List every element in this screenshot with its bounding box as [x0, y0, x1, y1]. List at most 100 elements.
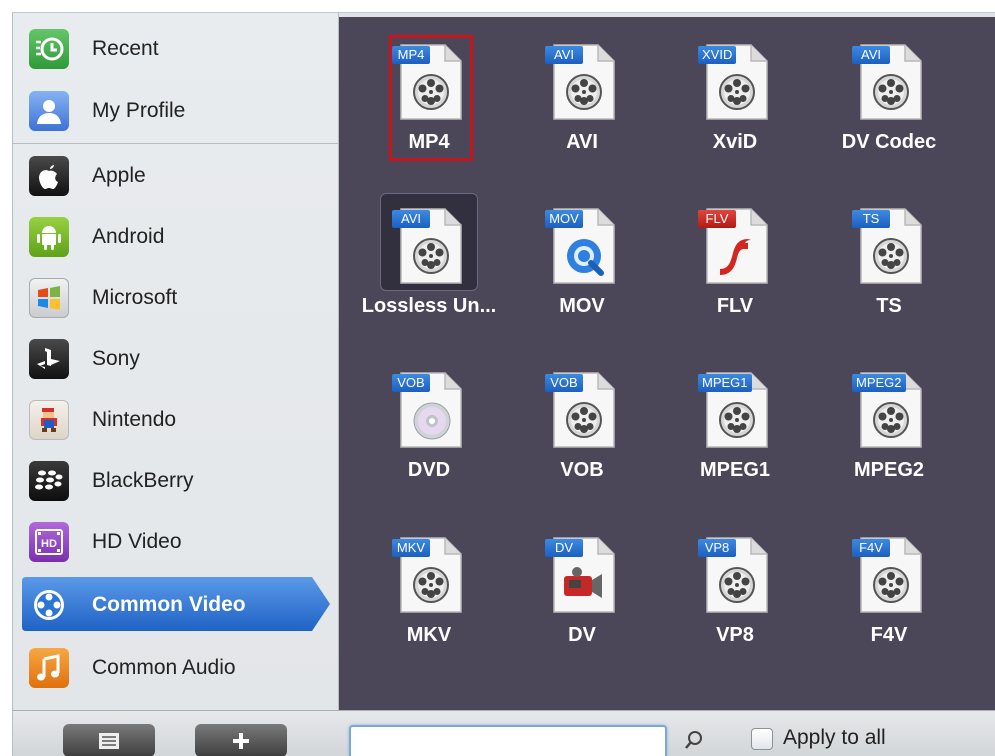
sidebar-item-hd-video[interactable]: HD HD Video: [13, 511, 338, 572]
film-reel-icon: [870, 71, 912, 118]
search-field[interactable]: [349, 725, 667, 756]
category-sidebar: Recent My Profile Apple Android Microsof…: [13, 13, 339, 710]
film-reel-icon: [870, 235, 912, 282]
format-caption: AVI: [566, 131, 598, 153]
sidebar-item-label: Common Audio: [92, 655, 236, 679]
sidebar-item-common-audio[interactable]: Common Audio: [13, 637, 338, 698]
format-tag: VP8: [698, 539, 736, 557]
format-tag: VOB: [392, 374, 430, 392]
playstation-icon: [29, 338, 69, 379]
format-tag: TS: [852, 210, 890, 228]
music-note-icon: [29, 647, 69, 688]
format-tile-dvd[interactable]: VOB DVD: [354, 355, 504, 505]
format-grid: MP4 MP4 AVI AVI XVID XviD AVI DV Codec AVI Lossle…: [339, 17, 995, 710]
format-caption: TS: [876, 295, 902, 317]
sidebar-item-apple[interactable]: Apple: [13, 145, 338, 206]
format-caption: FLV: [716, 295, 754, 317]
format-tile-lossless-un[interactable]: AVI Lossless Un...: [354, 191, 504, 341]
format-tile-mkv[interactable]: MKV MKV: [354, 520, 504, 670]
format-caption: DV Codec: [841, 131, 937, 153]
bottom-toolbar: Apply to all: [13, 710, 995, 756]
format-tag: MKV: [392, 539, 430, 557]
clock-icon: [29, 28, 69, 69]
sidebar-item-common-video[interactable]: Common Video: [13, 574, 338, 635]
highlight-box: [389, 35, 473, 161]
format-tile-vob[interactable]: VOB VOB: [507, 355, 657, 505]
list-view-button[interactable]: [63, 724, 155, 756]
svg-text:HD: HD: [41, 538, 57, 550]
format-tag: FLV: [698, 210, 736, 228]
apple-icon: [29, 155, 69, 196]
film-reel-icon: [716, 71, 758, 118]
add-button[interactable]: [195, 724, 287, 756]
sidebar-divider: [13, 143, 338, 144]
sidebar-item-label: Apple: [92, 163, 146, 187]
sidebar-item-label: Recent: [92, 36, 159, 60]
list-icon: [99, 732, 119, 749]
format-caption: Lossless Un...: [361, 295, 497, 317]
format-caption: XviD: [712, 131, 758, 153]
sidebar-item-sony[interactable]: Sony: [13, 328, 338, 389]
format-caption: MOV: [559, 295, 605, 317]
format-caption: DV: [568, 624, 596, 646]
film-reel-icon: [29, 585, 69, 625]
hd-film-icon: HD: [29, 521, 69, 562]
search-icon[interactable]: [683, 729, 705, 751]
film-reel-icon: [563, 71, 605, 118]
film-reel-icon: [410, 564, 452, 611]
format-tag: F4V: [852, 539, 890, 557]
format-tile-dv[interactable]: DV DV: [507, 520, 657, 670]
format-caption: VP8: [716, 624, 754, 646]
apply-to-all-checkbox[interactable]: [751, 728, 773, 750]
search-input[interactable]: [351, 727, 665, 756]
format-tag: XVID: [698, 46, 737, 64]
format-tag: MOV: [545, 210, 583, 228]
film-reel-icon: [716, 399, 758, 446]
sidebar-item-label: Sony: [92, 346, 140, 370]
format-tile-avi[interactable]: AVI AVI: [507, 27, 657, 177]
apply-to-all-label: Apply to all: [783, 726, 886, 749]
format-tile-f4v[interactable]: F4V F4V: [814, 520, 964, 670]
format-tag: VOB: [545, 374, 583, 392]
format-caption: MPEG1: [699, 459, 771, 481]
format-tile-ts[interactable]: TS TS: [814, 191, 964, 341]
sidebar-item-label: Microsoft: [92, 285, 178, 309]
format-window: Recent My Profile Apple Android Microsof…: [12, 12, 995, 756]
format-caption: MKV: [406, 624, 452, 646]
sidebar-item-microsoft[interactable]: Microsoft: [13, 267, 338, 328]
sidebar-item-nintendo[interactable]: Nintendo: [13, 389, 338, 450]
format-tile-dv-codec[interactable]: AVI DV Codec: [814, 27, 964, 177]
sidebar-item-blackberry[interactable]: BlackBerry: [13, 450, 338, 511]
flash-icon: [716, 235, 756, 284]
format-tile-mpeg1[interactable]: MPEG1 MPEG1: [660, 355, 810, 505]
film-reel-icon: [410, 235, 452, 282]
windows-icon: [29, 277, 69, 318]
sidebar-item-label: My Profile: [92, 98, 186, 122]
sidebar-item-recent[interactable]: Recent: [13, 18, 338, 79]
sidebar-item-android[interactable]: Android: [13, 206, 338, 267]
film-reel-icon: [716, 564, 758, 611]
android-icon: [29, 216, 69, 257]
format-caption: VOB: [560, 459, 604, 481]
format-tag: AVI: [852, 46, 890, 64]
user-icon: [29, 90, 69, 131]
sidebar-item-label: Nintendo: [92, 407, 177, 431]
mario-icon: [29, 399, 69, 440]
sidebar-item-label: Common Video: [92, 592, 246, 616]
format-tile-xvid[interactable]: XVID XviD: [660, 27, 810, 177]
film-reel-icon: [870, 399, 912, 446]
disc-icon: [410, 399, 454, 448]
film-reel-icon: [870, 564, 912, 611]
format-tile-vp8[interactable]: VP8 VP8: [660, 520, 810, 670]
format-tile-mov[interactable]: MOV MOV: [507, 191, 657, 341]
format-tile-mpeg2[interactable]: MPEG2 MPEG2: [814, 355, 964, 505]
format-tag: AVI: [392, 210, 430, 228]
format-tile-flv[interactable]: FLV FLV: [660, 191, 810, 341]
sidebar-item-label: BlackBerry: [92, 468, 194, 492]
sidebar-item-my-profile[interactable]: My Profile: [13, 80, 338, 141]
format-tile-mp4[interactable]: MP4 MP4: [354, 27, 504, 177]
quicktime-icon: [563, 235, 607, 284]
format-tag: MPEG2: [852, 374, 906, 392]
format-caption: DVD: [407, 459, 451, 481]
format-tag: DV: [545, 539, 583, 557]
